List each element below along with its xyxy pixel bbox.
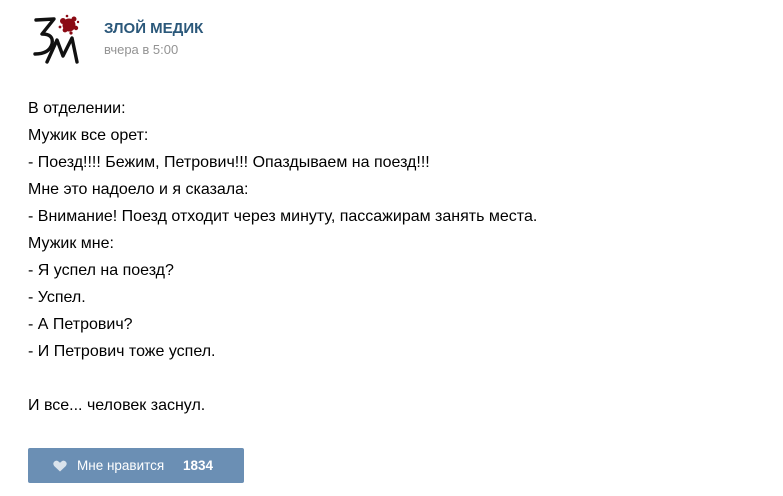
- blood-splatter-icon: [58, 14, 80, 35]
- post: ЗЛОЙ МЕДИК вчера в 5:00 В отделении: Муж…: [0, 0, 783, 496]
- post-text-line: В отделении:: [28, 100, 126, 117]
- author-name-link[interactable]: ЗЛОЙ МЕДИК: [104, 20, 203, 37]
- post-text-line: Мужик все орет:: [28, 127, 149, 144]
- post-text-line: Мужик мне:: [28, 235, 114, 252]
- post-text-blank-line: [28, 365, 748, 392]
- like-label: Мне нравится: [77, 458, 165, 473]
- post-text-line: - Внимание! Поезд отходит через минуту, …: [28, 208, 538, 225]
- post-text-line: - И Петрович тоже успел.: [28, 343, 216, 360]
- post-text-line: И все... человек заснул.: [28, 397, 206, 414]
- post-text-line: - Успел.: [28, 289, 86, 306]
- heart-icon: [53, 460, 67, 472]
- post-text-line: Мне это надоело и я сказала:: [28, 181, 249, 198]
- post-text-line: - Поезд!!!! Бежим, Петрович!!! Опаздывае…: [28, 154, 430, 171]
- post-text-line: - Я успел на поезд?: [28, 262, 174, 279]
- post-date-link[interactable]: вчера в 5:00: [104, 42, 178, 57]
- post-text-line: - А Петрович?: [28, 316, 133, 333]
- like-button[interactable]: Мне нравится 1834: [28, 448, 244, 483]
- community-logo-icon: [33, 14, 80, 64]
- post-text: В отделении: Мужик все орет: - Поезд!!!!…: [28, 95, 748, 419]
- like-count: 1834: [183, 458, 214, 473]
- community-avatar[interactable]: [30, 10, 86, 66]
